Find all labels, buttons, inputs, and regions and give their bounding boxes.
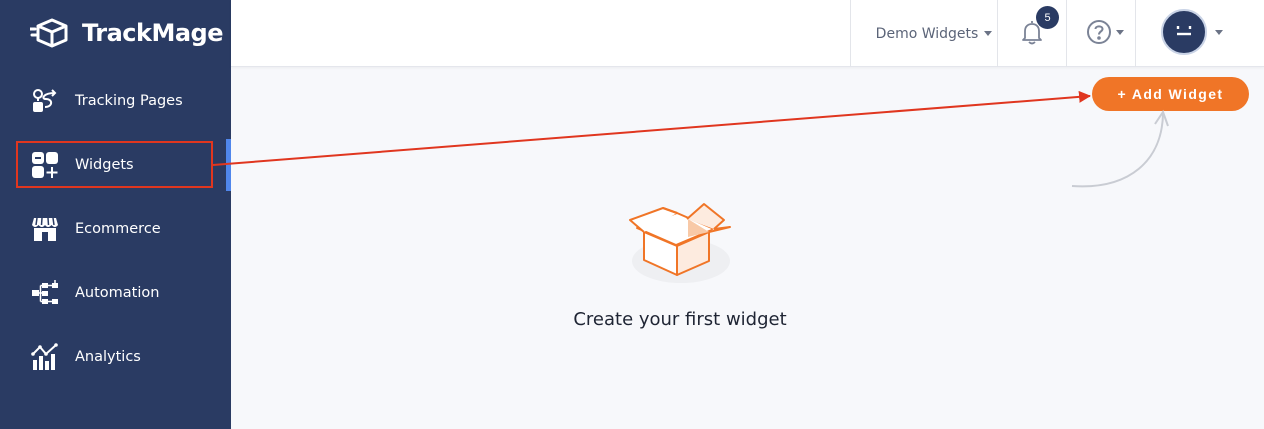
sidebar: TrackMage Tracking Pages Widgets Ecommer… (0, 0, 231, 429)
add-widget-button[interactable]: + Add Widget (1092, 77, 1249, 111)
sidebar-item-label: Ecommerce (75, 221, 161, 237)
workspace-dropdown[interactable]: Demo Widgets (871, 0, 997, 67)
trackmage-logo-icon (30, 18, 68, 48)
empty-state-text: Create your first widget (573, 309, 787, 330)
help-icon (1087, 20, 1111, 44)
tracking-pages-icon (30, 86, 60, 116)
hint-curve-arrowhead (1154, 109, 1169, 127)
help-dropdown[interactable] (1086, 18, 1126, 46)
user-menu[interactable] (1161, 9, 1231, 55)
sidebar-item-label: Analytics (75, 349, 141, 365)
brand-name: TrackMage (82, 19, 224, 47)
sidebar-item-label: Tracking Pages (75, 93, 183, 109)
chevron-down-icon (984, 31, 993, 36)
annotation-highlight-box (16, 141, 213, 188)
hint-curve-arrow (1071, 113, 1164, 188)
topbar: Demo Widgets 5 (231, 0, 1264, 67)
sidebar-item-tracking-pages[interactable]: Tracking Pages (0, 76, 231, 126)
sidebar-item-analytics[interactable]: Analytics (0, 332, 231, 382)
sidebar-item-label: Automation (75, 285, 160, 301)
automation-icon (30, 278, 60, 308)
sidebar-item-automation[interactable]: Automation (0, 268, 231, 318)
divider (997, 0, 998, 67)
divider (850, 0, 851, 67)
active-indicator (226, 139, 231, 191)
chevron-down-icon (1215, 29, 1223, 35)
trackmage-logo[interactable]: TrackMage (30, 16, 224, 50)
notification-badge: 5 (1036, 6, 1059, 29)
store-icon (30, 214, 60, 244)
open-box-icon (629, 203, 731, 283)
annotation-arrow (212, 90, 1091, 166)
divider (1066, 0, 1067, 67)
analytics-icon (30, 342, 60, 372)
workspace-name: Demo Widgets (875, 25, 979, 42)
sidebar-item-ecommerce[interactable]: Ecommerce (0, 204, 231, 254)
divider (1135, 0, 1136, 67)
user-avatar-icon (1161, 9, 1207, 55)
chevron-down-icon (1116, 29, 1124, 35)
